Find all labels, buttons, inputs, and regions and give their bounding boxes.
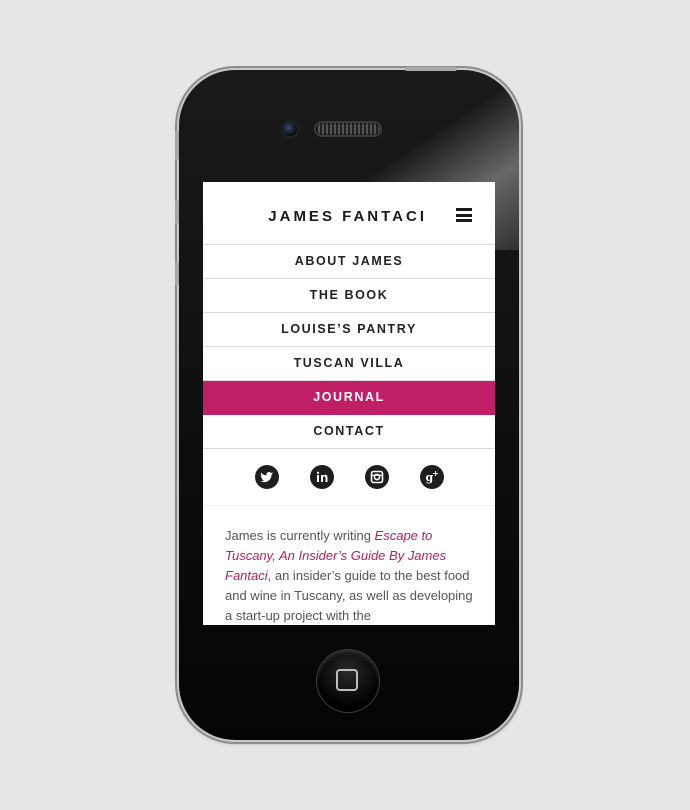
front-camera	[283, 122, 297, 136]
main-nav: ABOUT JAMES THE BOOK LOUISE’S PANTRY TUS…	[203, 245, 495, 449]
instagram-icon[interactable]	[364, 465, 389, 489]
nav-item-tuscan-villa[interactable]: TUSCAN VILLA	[203, 347, 495, 381]
nav-item-the-book[interactable]: THE BOOK	[203, 279, 495, 313]
intro-text: James is currently writing	[225, 528, 375, 543]
power-button	[405, 67, 457, 71]
google-plus-icon[interactable]: g +	[419, 465, 444, 489]
home-button-icon	[336, 669, 358, 691]
nav-item-about-james[interactable]: ABOUT JAMES	[203, 245, 495, 279]
phone-screen: JAMES FANTACI ABOUT JAMES THE BOOK LOUIS…	[203, 182, 495, 625]
earpiece-speaker	[316, 123, 380, 135]
site-header: JAMES FANTACI	[203, 182, 495, 245]
social-links: g +	[203, 449, 495, 506]
twitter-icon[interactable]	[254, 465, 279, 489]
svg-text:+: +	[432, 469, 439, 478]
volume-down-button	[175, 262, 179, 286]
nav-item-louises-pantry[interactable]: LOUISE’S PANTRY	[203, 313, 495, 347]
intro-paragraph: James is currently writing Escape to Tus…	[203, 506, 495, 625]
site-brand[interactable]: JAMES FANTACI	[203, 208, 451, 225]
volume-up-button	[175, 200, 179, 224]
hamburger-icon[interactable]	[456, 208, 472, 222]
nav-item-contact[interactable]: CONTACT	[203, 415, 495, 449]
linkedin-icon[interactable]	[309, 465, 334, 489]
home-button[interactable]	[317, 650, 379, 712]
mute-switch	[175, 130, 179, 160]
nav-item-journal[interactable]: JOURNAL	[203, 381, 495, 415]
